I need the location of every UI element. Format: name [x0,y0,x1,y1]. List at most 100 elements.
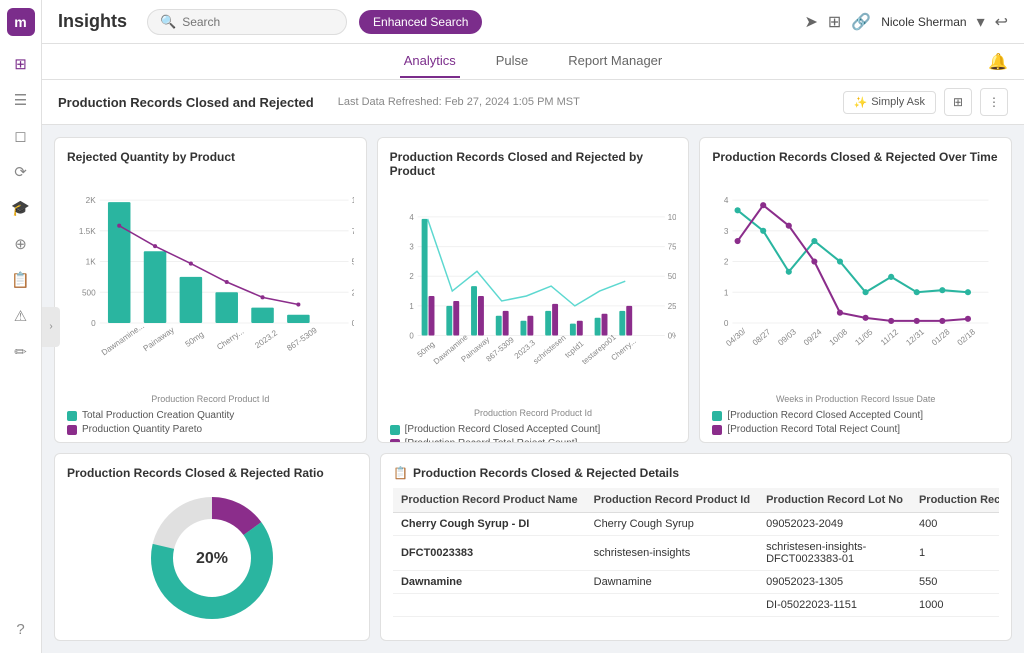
sidebar-icon-docs[interactable]: 📋 [5,264,37,296]
svg-text:25%: 25% [352,288,354,297]
svg-text:01/28: 01/28 [930,327,952,347]
col-header-product-id: Production Record Product Id [586,488,758,513]
svg-text:75%: 75% [667,243,676,252]
chart2-svg: 4 3 2 1 0 100% 75% 50% 25% 0% [390,186,677,406]
chart2-color-purple [390,439,400,444]
svg-text:3: 3 [724,227,729,236]
svg-text:0%: 0% [352,319,354,328]
chart-ratio-donut: Production Records Closed & Rejected Rat… [54,453,370,641]
chart1-area: 2K 1.5K 1K 500 0 100% 75% 50% 25% 0% [67,172,354,392]
more-options-button[interactable]: ⋮ [980,88,1008,116]
svg-text:schristesen: schristesen [531,333,567,366]
svg-text:2: 2 [409,272,413,281]
sidebar-icon-window[interactable]: ◻ [5,120,37,152]
tab-pulse[interactable]: Pulse [492,45,533,78]
svg-text:0: 0 [91,319,96,328]
svg-text:75%: 75% [352,227,354,236]
sidebar-icon-add[interactable]: ⊕ [5,228,37,260]
chart1-xlabel: Production Record Product Id [67,394,354,404]
table-row: DI-05022023-1151 1000 [393,594,999,617]
user-name[interactable]: Nicole Sherman [881,15,966,29]
table-row: Dawnamine Dawnamine 09052023-1305 550 [393,571,999,594]
bell-icon[interactable]: 🔔 [988,52,1008,72]
row4-name [393,594,586,617]
chart3-title: Production Records Closed & Rejected Ove… [712,150,999,164]
svg-text:2023.2: 2023.2 [253,328,279,350]
row3-val: 550 [911,571,999,594]
svg-text:0%: 0% [667,332,676,341]
nav-arrow-icon[interactable]: ➤ [804,12,817,32]
sidebar-icon-edit[interactable]: ✏ [5,336,37,368]
row2-product-id: schristesen-insights [586,536,758,571]
sidebar-collapse-handle[interactable]: › [42,307,60,347]
sidebar-icon-menu[interactable]: ☰ [5,84,37,116]
svg-text:2K: 2K [86,196,97,205]
chart2-legend: [Production Record Closed Accepted Count… [390,424,677,443]
chart2-color-teal [390,425,400,435]
sidebar-icon-refresh[interactable]: ⟳ [5,156,37,188]
row2-name: DFCT0023383 [393,536,586,571]
svg-text:50mg: 50mg [184,330,206,349]
chart3-label-2: [Production Record Total Reject Count] [727,424,900,435]
bottom-section: Production Records Closed & Rejected Rat… [54,453,1012,641]
table-header-row: Production Record Product Name Productio… [393,488,999,513]
row3-name: Dawnamine [393,571,586,594]
svg-text:867-5309: 867-5309 [484,335,516,364]
svg-text:2: 2 [724,258,729,267]
chart1-svg: 2K 1.5K 1K 500 0 100% 75% 50% 25% 0% [67,172,354,392]
simply-ask-icon: ✨ [854,96,868,109]
search-input[interactable] [182,15,312,29]
svg-text:0: 0 [724,319,729,328]
svg-text:1: 1 [724,288,729,297]
sidebar-icon-alert[interactable]: ⚠ [5,300,37,332]
tab-report-manager[interactable]: Report Manager [564,45,666,78]
svg-text:11/12: 11/12 [879,327,900,347]
svg-text:100%: 100% [667,213,676,222]
tab-analytics[interactable]: Analytics [400,45,460,78]
page-title: Production Records Closed and Rejected [58,95,314,110]
chart1-title: Rejected Quantity by Product [67,150,354,164]
nav-link-icon[interactable]: 🔗 [851,12,871,32]
grid-view-button[interactable]: ⊞ [944,88,972,116]
simply-ask-button[interactable]: ✨ Simply Ask [843,91,937,114]
data-table: Production Record Product Name Productio… [393,488,999,617]
sidebar-icon-help[interactable]: ? [5,613,37,645]
svg-text:1: 1 [409,302,413,311]
donut-svg: 20% [67,488,357,628]
user-chevron-icon[interactable]: ▾ [977,12,985,32]
chart-over-time: Production Records Closed & Rejected Ove… [699,137,1012,443]
chart2-label-1: [Production Record Closed Accepted Count… [405,424,601,435]
sidebar-icon-grid[interactable]: ⊞ [5,48,37,80]
table-row: DFCT0023383 schristesen-insights schrist… [393,536,999,571]
chart2-title: Production Records Closed and Rejected b… [390,150,677,178]
nav-grid-icon[interactable]: ⊞ [828,12,841,32]
row2-val: 1 [911,536,999,571]
chart-closed-rejected-product: Production Records Closed and Rejected b… [377,137,690,443]
sidebar-icon-learn[interactable]: 🎓 [5,192,37,224]
svg-text:50mg: 50mg [415,340,436,360]
svg-text:Painaway: Painaway [142,325,177,353]
app-logo[interactable]: m [7,8,35,36]
row1-lot: 09052023-2049 [758,513,911,536]
svg-text:20%: 20% [196,550,228,567]
enhanced-search-button[interactable]: Enhanced Search [359,10,482,34]
chart3-color-purple [712,425,722,435]
chart3-legend-1: [Production Record Closed Accepted Count… [712,410,999,421]
row4-val: 1000 [911,594,999,617]
legend-item: Total Production Creation Quantity [67,410,354,421]
table-icon: 📋 [393,466,408,480]
svg-text:4: 4 [409,213,414,222]
row1-name: Cherry Cough Syrup - DI [393,513,586,536]
svg-text:100%: 100% [352,196,354,205]
page-header: Production Records Closed and Rejected L… [42,80,1024,125]
top-navigation: Insights 🔍 Enhanced Search ➤ ⊞ 🔗 Nicole … [42,0,1024,44]
svg-text:3: 3 [409,243,414,252]
nav-signout-icon[interactable]: ↩ [995,12,1008,32]
search-container: 🔍 [147,9,347,35]
svg-text:09/24: 09/24 [802,327,824,347]
svg-text:02/18: 02/18 [956,327,978,347]
chart2-legend-2: [Production Record Total Reject Count] [390,438,677,443]
svg-text:10/08: 10/08 [828,327,850,347]
row3-product-id: Dawnamine [586,571,758,594]
legend-color-purple [67,425,77,435]
